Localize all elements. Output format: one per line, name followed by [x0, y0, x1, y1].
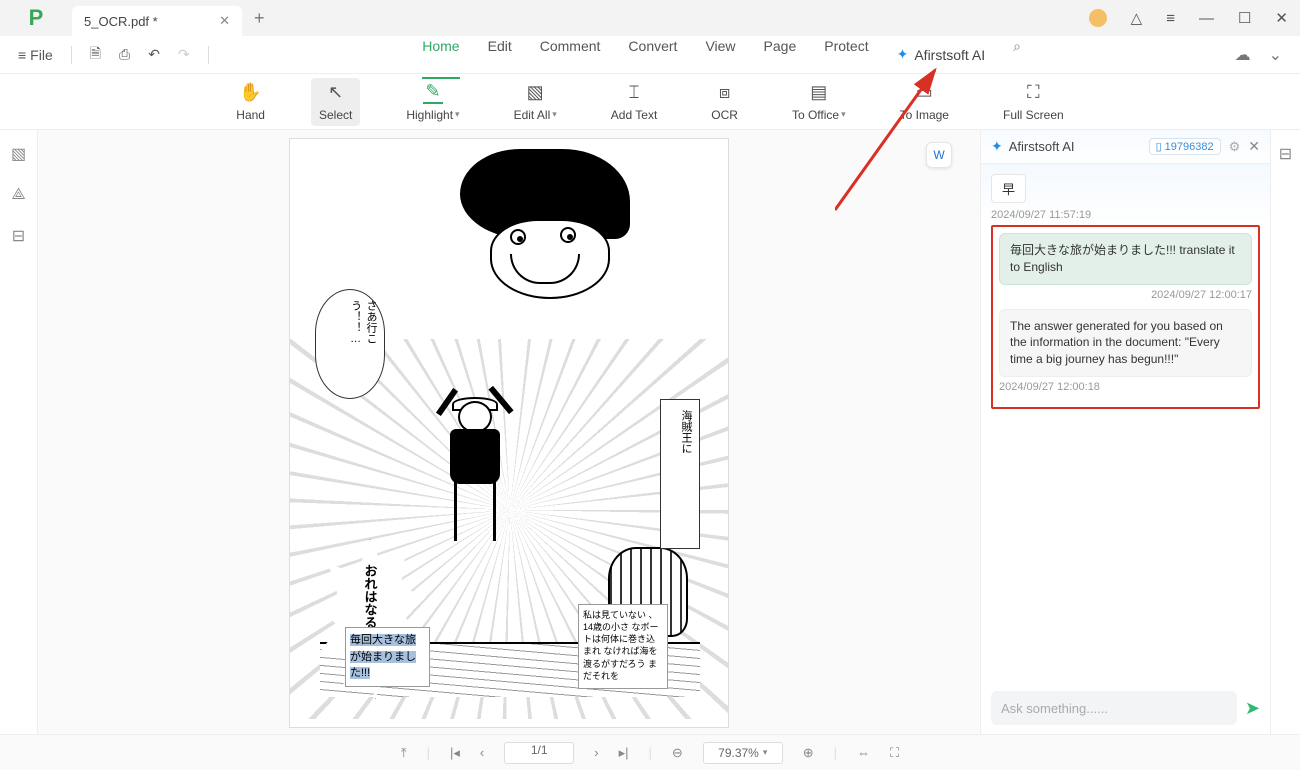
window-close-icon[interactable]: ✕ [1275, 9, 1288, 27]
ai-chat-input[interactable]: Ask something...... [991, 691, 1237, 725]
manga-illustration [440, 149, 640, 329]
sparkle-icon: ✦ [991, 138, 1003, 155]
comments-icon[interactable]: ⊟ [12, 226, 25, 246]
tool-ocr[interactable]: ⧈OCR [703, 78, 746, 126]
sparkle-icon: ✦ [897, 38, 909, 71]
ai-panel: ✦ Afirstsoft AI ▯19796382 ⚙ ✕ 早 2024/09/… [980, 130, 1270, 734]
cloud-icon[interactable]: ☁ [1235, 45, 1251, 65]
office-icon: ▤ [810, 82, 827, 104]
menubar: ≡ File 🗎 ⎙ ↶ ↷ Home Edit Comment Convert… [0, 36, 1300, 74]
fullscreen-icon: ⛶ [1027, 82, 1040, 104]
hand-icon: ✋ [239, 82, 261, 104]
page-input[interactable]: 1/1 [504, 742, 574, 764]
ai-input-row: Ask something...... ➤ [981, 682, 1270, 734]
close-panel-icon[interactable]: ✕ [1248, 138, 1260, 155]
pdf-page: さあ行こう！！… 海賊王に おれはなる!!! 毎回大きな旅が始まりました!!! … [289, 138, 729, 728]
left-sidebar: ▧ ⟁ ⊟ [0, 130, 38, 734]
timestamp: 2024/09/27 11:57:19 [991, 209, 1260, 221]
new-tab-button[interactable]: + [254, 8, 265, 29]
menu-home[interactable]: Home [422, 30, 459, 79]
tool-hand[interactable]: ✋Hand [228, 78, 273, 126]
ai-panel-title: Afirstsoft AI [1009, 139, 1075, 154]
zoom-select[interactable]: 79.37%▾ [703, 742, 783, 764]
tool-edit-all[interactable]: ▧Edit All▾ [506, 78, 565, 126]
app-logo: P [0, 5, 72, 31]
thumbnails-icon[interactable]: ▧ [11, 144, 26, 164]
menu-convert[interactable]: Convert [628, 30, 677, 79]
tab-title: 5_OCR.pdf * [84, 14, 158, 29]
cursor-icon: ↖ [328, 82, 343, 104]
menu-page[interactable]: Page [764, 30, 797, 79]
ocr-icon: ⧈ [719, 82, 730, 104]
tool-highlight[interactable]: ✎Highlight▾ [398, 78, 467, 126]
menu-edit[interactable]: Edit [488, 30, 512, 79]
right-sidebar: ⊟ [1270, 130, 1300, 734]
notification-icon[interactable]: △ [1131, 9, 1143, 27]
highlighted-text[interactable]: 毎回大きな旅が始まりました!!! [345, 627, 430, 687]
tool-select[interactable]: ↖Select [311, 78, 360, 126]
menu-comment[interactable]: Comment [540, 30, 601, 79]
fit-width-icon[interactable]: ⇔ [857, 745, 870, 760]
prev-page-icon[interactable]: ‹ [480, 745, 484, 760]
ai-conversation: 早 2024/09/27 11:57:19 毎回大きな旅が始まりました!!! t… [981, 164, 1270, 682]
ai-panel-header: ✦ Afirstsoft AI ▯19796382 ⚙ ✕ [981, 130, 1270, 164]
file-menu[interactable]: ≡ File [18, 47, 53, 63]
tool-add-text[interactable]: ⌶Add Text [603, 78, 665, 126]
image-icon: ▭ [916, 82, 933, 104]
user-message: 毎回大きな旅が始まりました!!! translate it to English [999, 233, 1252, 285]
main-area: ▧ ⟁ ⊟ さあ行こう！！… 海賊王に おれはなる!!! 毎回大きな旅が始まりま… [0, 130, 1300, 734]
menu-icon[interactable]: ≡ [1166, 10, 1175, 27]
tool-full-screen[interactable]: ⛶Full Screen [995, 78, 1072, 126]
fit-page-icon[interactable]: ⛶ [890, 745, 899, 761]
send-icon[interactable]: ➤ [1245, 698, 1260, 719]
minimize-icon[interactable]: — [1199, 10, 1214, 27]
close-icon[interactable]: ✕ [209, 13, 230, 29]
undo-icon[interactable]: ↶ [148, 46, 160, 63]
manga-character [430, 389, 520, 559]
highlighted-conversation: 毎回大きな旅が始まりました!!! translate it to English… [991, 225, 1260, 409]
zoom-in-icon[interactable]: ⊕ [803, 745, 814, 761]
settings-icon[interactable]: ⚙ [1229, 139, 1241, 155]
ai-message: The answer generated for you based on th… [999, 309, 1252, 377]
zoom-out-icon[interactable]: ⊖ [672, 745, 683, 761]
timestamp: 2024/09/27 12:00:17 [999, 289, 1252, 301]
maximize-icon[interactable]: ☐ [1238, 9, 1251, 27]
toolbar: ✋Hand ↖Select ✎Highlight▾ ▧Edit All▾ ⌶Ad… [0, 74, 1300, 130]
more-icon[interactable]: ⌄ [1269, 45, 1282, 65]
profile-icon[interactable] [1089, 9, 1107, 27]
menu-protect[interactable]: Protect [824, 30, 868, 79]
chevron-down-icon: ▾ [455, 109, 460, 120]
chevron-down-icon: ▾ [552, 109, 557, 120]
print-icon[interactable]: ⎙ [119, 46, 130, 63]
timestamp: 2024/09/27 12:00:18 [999, 381, 1252, 393]
bookmark-icon[interactable]: ⟁ [11, 186, 25, 204]
speech-bubble-right: 海賊王に [660, 399, 700, 549]
text-icon: ⌶ [629, 82, 640, 104]
redo-icon[interactable]: ↷ [178, 46, 190, 63]
ai-message-short: 早 [991, 174, 1026, 203]
search-icon[interactable]: ⌕ [1013, 30, 1021, 79]
highlight-icon: ✎ [423, 82, 442, 104]
document-workspace[interactable]: さあ行こう！！… 海賊王に おれはなる!!! 毎回大きな旅が始まりました!!! … [38, 130, 980, 734]
tool-to-office[interactable]: ▤To Office▾ [784, 78, 854, 126]
chevron-down-icon: ▾ [841, 109, 846, 120]
menu-view[interactable]: View [705, 30, 735, 79]
panel-toggle-icon[interactable]: ⊟ [1279, 144, 1292, 164]
session-id-badge[interactable]: ▯19796382 [1149, 138, 1221, 155]
save-icon[interactable]: 🗎 [90, 43, 101, 67]
next-page-icon[interactable]: › [594, 745, 598, 760]
first-page-icon[interactable]: ⤒ [401, 745, 407, 761]
first-icon[interactable]: |◂ [450, 745, 460, 761]
small-text-box: 私は見ていない 、 14歳の小さ なボートは何体に巻き込まれ なければ海を 渡る… [578, 604, 668, 689]
edit-icon: ▧ [527, 82, 544, 104]
speech-bubble-left: さあ行こう！！… [315, 289, 385, 399]
statusbar: ⤒ | |◂ ‹ 1/1 › ▸| | ⊖ 79.37%▾ ⊕ | ⇔ ⛶ [0, 734, 1300, 770]
last-icon[interactable]: ▸| [619, 745, 629, 761]
tool-to-image[interactable]: ▭To Image [892, 78, 957, 126]
convert-word-button[interactable]: W [926, 142, 952, 168]
menu-ai[interactable]: ✦Afirstsoft AI [897, 30, 986, 79]
